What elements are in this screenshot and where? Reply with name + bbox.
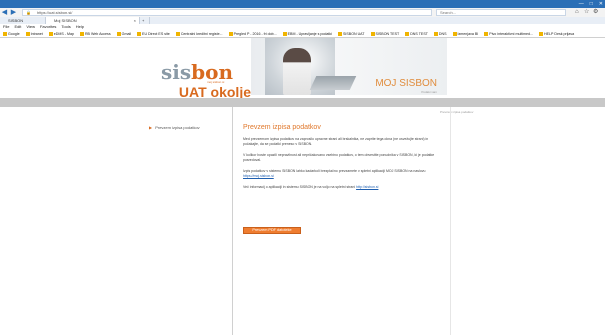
column-divider <box>232 107 233 335</box>
favorite-icon <box>79 32 84 37</box>
main-content: Prevzem izpisa podatkov Med prevzemom iz… <box>243 124 443 190</box>
moj-sisbon-link[interactable]: https://moj.sisbon.si <box>243 174 274 178</box>
favorite-icon <box>433 32 438 37</box>
banner-title: MOJ SISBON <box>375 78 437 89</box>
download-pdf-button[interactable]: Prevzem PDF datoteke <box>243 227 301 234</box>
favorite-item[interactable]: EBM - Upravljanje s podatki <box>282 30 332 37</box>
search-input[interactable]: Search... <box>436 9 566 16</box>
banner-laptop-image <box>309 76 357 90</box>
favorites-bar: Google Intranet eDMS - Map RB Web Access… <box>0 30 605 38</box>
favorite-icon <box>282 32 287 37</box>
page-title: Prevzem izpisa podatkov <box>243 124 321 131</box>
tab-label: SISBON <box>8 18 24 23</box>
favorite-icon <box>175 32 180 37</box>
arrow-right-icon: ▶ <box>149 125 153 130</box>
header-divider-bar <box>0 98 605 107</box>
favorite-icon <box>370 32 375 37</box>
tab-close-icon[interactable]: × <box>134 17 136 24</box>
gear-icon[interactable]: ⚙ <box>593 8 598 17</box>
favorite-icon <box>338 32 342 37</box>
tab-moj-sisbon[interactable]: Moj SISBON × <box>46 17 140 24</box>
favorite-item[interactable]: DNS TEST <box>405 30 428 37</box>
close-icon[interactable]: ✕ <box>599 0 603 8</box>
tab-strip: SISBON Moj SISBON × + <box>0 17 605 24</box>
paragraph-info: Več informacij o aplikaciji in sistemu S… <box>243 185 379 189</box>
back-icon[interactable]: ◀ <box>0 8 9 17</box>
favorite-item[interactable]: RB Web Access <box>79 30 111 37</box>
tab-label: Moj SISBON <box>54 18 77 23</box>
favorite-item[interactable]: Pivo interaktivni multimed... <box>484 30 533 37</box>
paragraph-notice: V kolikor boste opazili nepravilnost ali… <box>243 153 435 162</box>
tab-sisbon[interactable]: SISBON <box>0 17 46 24</box>
address-bar-row: ◀ ▶ 🔒 https://uat.sisbon.si/ Search... ⌂… <box>0 8 605 17</box>
favorite-icon <box>228 32 233 37</box>
sisbon-link[interactable]: http://sisbon.si <box>356 185 378 189</box>
favorite-icon <box>116 32 121 37</box>
star-icon[interactable]: ☆ <box>584 8 589 17</box>
home-icon[interactable]: ⌂ <box>575 8 579 17</box>
favorite-icon <box>25 32 30 37</box>
favorite-item[interactable]: DNS <box>433 30 447 37</box>
forward-icon[interactable]: ▶ <box>9 8 18 17</box>
maximize-icon[interactable]: □ <box>590 0 593 8</box>
favorite-item[interactable]: SISBON UAT <box>338 30 365 37</box>
window-titlebar: — □ ✕ <box>0 0 605 8</box>
favorite-item[interactable]: EU Direct ES site <box>137 30 170 37</box>
sidebar <box>0 107 232 335</box>
favorite-icon <box>484 32 489 37</box>
breadcrumb[interactable]: Prevzem izpisa podatkov <box>440 110 473 114</box>
favorite-item[interactable]: Google <box>3 30 20 37</box>
favorite-item[interactable]: SISBON TEST <box>370 30 399 37</box>
favorite-icon <box>405 32 410 37</box>
banner-subtitle: Podaki vam <box>421 90 437 94</box>
address-text: https://uat.sisbon.si/ <box>37 10 73 15</box>
sidebar-item-prevzem[interactable]: ▶ Prevzem izpisa podatkov <box>149 125 200 130</box>
favorite-item[interactable]: Pregled P - 2016 - fri dob... <box>228 30 277 37</box>
favorite-item[interactable]: Gmail <box>116 30 131 37</box>
favorite-icon <box>3 32 7 37</box>
favorite-item[interactable]: eDMS - Map <box>48 30 74 37</box>
paragraph-intro: Med prevzemom izpisa podatkov na zaprosi… <box>243 137 429 146</box>
favorite-item[interactable]: Centralni kreditni registe... <box>175 30 223 37</box>
favorite-icon <box>539 32 544 37</box>
search-placeholder: Search... <box>440 10 457 15</box>
favorite-icon <box>137 32 142 37</box>
column-divider <box>450 107 451 335</box>
favorite-icon <box>452 32 457 37</box>
header-banner: MOJ SISBON Podaki vam <box>251 38 447 95</box>
favorite-item[interactable]: Intranet <box>25 30 43 37</box>
new-tab-button[interactable]: + <box>140 17 150 24</box>
sidebar-item-label: Prevzem izpisa podatkov <box>155 125 200 130</box>
banner-person-image <box>283 48 311 95</box>
favorite-icon <box>48 32 53 37</box>
paragraph-access: Izpis podatkov v sistemu SISBON lahko ka… <box>243 169 426 178</box>
minimize-icon[interactable]: — <box>579 0 584 8</box>
favorite-item[interactable]: Izmenjava BI <box>452 30 478 37</box>
favorite-item[interactable]: HELP Desk prijava <box>539 30 574 37</box>
lock-icon: 🔒 <box>26 10 31 15</box>
address-input[interactable]: 🔒 https://uat.sisbon.si/ <box>22 9 432 16</box>
